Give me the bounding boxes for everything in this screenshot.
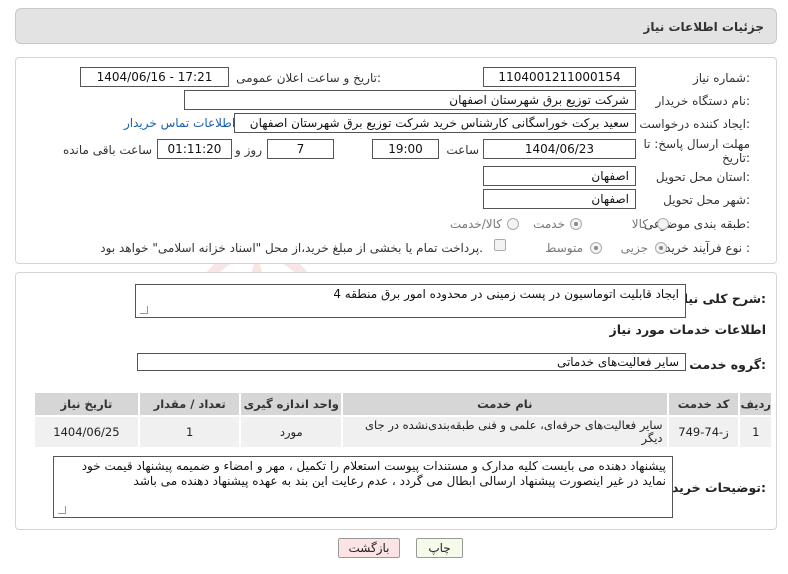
process-radio-medium[interactable] (590, 242, 602, 254)
remaining-label: ساعت باقی مانده (62, 143, 152, 157)
category-option-goods: کالا (631, 217, 648, 231)
need-number-label: شماره نیاز: (692, 71, 750, 85)
deadline-date-field: 1404/06/23 (483, 139, 636, 159)
cell-code: ز-74-749 (666, 415, 741, 449)
service-group-field: سایر فعالیت‌های خدماتی (137, 353, 686, 371)
table-row: 1 ز-74-749 سایر فعالیت‌های حرفه‌ای، علمی… (33, 415, 773, 449)
column-row-header: ردیف (738, 391, 773, 417)
province-field: اصفهان (483, 166, 636, 186)
creator-field: سعید برکت خوراسگانی کارشناس خرید شرکت تو… (234, 113, 636, 133)
payment-checkbox[interactable] (494, 239, 506, 251)
province-label: استان محل تحویل: (655, 170, 750, 184)
time-label: ساعت (446, 143, 479, 157)
city-label: شهر محل تحویل: (663, 193, 750, 207)
column-unit-header: واحد اندازه گیری (239, 391, 344, 417)
page-title: جزئیات اطلاعات نیاز (643, 20, 764, 34)
buyer-contact-link[interactable]: اطلاعات تماس خریدار (124, 116, 235, 130)
process-radio-minor[interactable] (655, 242, 667, 254)
deadline-label: مهلت ارسال پاسخ: تا (643, 137, 750, 151)
process-label: نوع فرآیند خرید : (665, 241, 750, 255)
remaining-time-field: 01:11:20 (157, 139, 232, 159)
summary-label: شرح کلی نیاز: (676, 291, 767, 306)
buyer-notes-textarea: پیشنهاد دهنده می بایست کلیه مدارک و مستن… (53, 456, 673, 518)
print-button[interactable]: چاپ (416, 538, 463, 558)
category-option-service: خدمت (533, 217, 565, 231)
deadline-label-date: تاریخ: (722, 151, 750, 165)
column-name-header: نام خدمت (341, 391, 669, 417)
column-qty-header: تعداد / مقدار (137, 391, 242, 417)
announce-field: 1404/06/16 - 17:21 (80, 67, 229, 87)
table-header-row: ردیف کد خدمت نام خدمت واحد اندازه گیری ت… (33, 391, 773, 417)
category-radio-service[interactable] (570, 218, 582, 230)
summary-resize-handle[interactable] (140, 306, 148, 314)
services-section-title: اطلاعات خدمات مورد نیاز (609, 322, 767, 337)
back-button[interactable]: بازگشت (338, 538, 400, 558)
process-option-minor: جزیی (620, 241, 648, 255)
buyer-notes-label: توضیحات خریدار: (660, 480, 766, 495)
cell-date: 1404/06/25 (33, 415, 140, 449)
cell-name: سایر فعالیت‌های حرفه‌ای، علمی و فنی طبقه… (341, 415, 669, 449)
cell-row: 1 (738, 415, 773, 449)
column-code-header: کد خدمت (666, 391, 741, 417)
days-field: 7 (267, 139, 334, 159)
creator-label: ایجاد کننده درخواست: (639, 117, 750, 131)
buyer-org-label: نام دستگاه خریدار: (655, 94, 751, 108)
announce-label: تاریخ و ساعت اعلان عمومی: (236, 71, 381, 85)
city-field: اصفهان (483, 189, 636, 209)
payment-note: پرداخت تمام یا بخشی از مبلغ خرید،از محل … (100, 241, 483, 255)
category-option-goods-service: کالا/خدمت (449, 217, 502, 231)
cell-unit: مورد (239, 415, 344, 449)
process-option-medium: متوسط (545, 241, 583, 255)
summary-textarea: ایجاد قابلیت اتوماسیون در پست زمینی در م… (135, 284, 686, 318)
services-table: ردیف کد خدمت نام خدمت واحد اندازه گیری ت… (33, 391, 773, 449)
page-header: جزئیات اطلاعات نیاز (15, 8, 777, 44)
buyer-org-field: شرکت توزیع برق شهرستان اصفهان (184, 90, 636, 110)
category-radio-goods[interactable] (657, 218, 669, 230)
category-radio-goods-service[interactable] (507, 218, 519, 230)
deadline-time-field: 19:00 (372, 139, 439, 159)
column-date-header: تاریخ نیاز (33, 391, 140, 417)
cell-qty: 1 (137, 415, 242, 449)
need-info-panel (15, 57, 777, 264)
buyer-notes-resize-handle[interactable] (58, 506, 66, 514)
need-number-field: 1104001211000154 (483, 67, 636, 87)
service-group-label: گروه خدمت: (689, 357, 766, 372)
days-label: روز و (235, 143, 262, 157)
